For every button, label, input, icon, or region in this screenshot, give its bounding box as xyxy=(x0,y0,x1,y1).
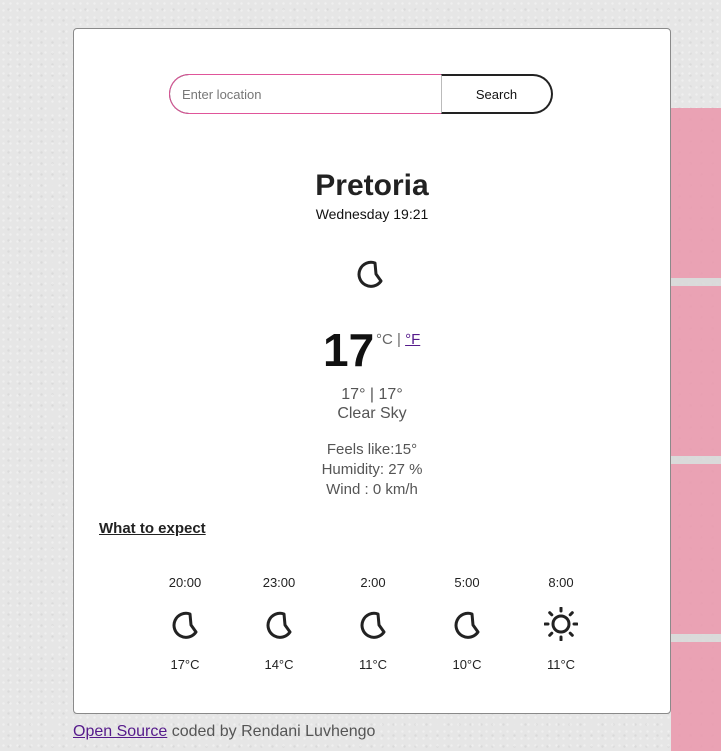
forecast-item: 23:00 14°C xyxy=(241,575,317,672)
wind: Wind : 0 km/h xyxy=(326,481,418,498)
forecast-time: 5:00 xyxy=(454,575,480,590)
forecast-item: 2:00 11°C xyxy=(335,575,411,672)
weather-card: Search Pretoria Wednesday 19:21 17 °C | … xyxy=(73,28,671,714)
forecast-heading: What to expect xyxy=(99,520,206,537)
sun-icon xyxy=(544,607,578,641)
open-source-link[interactable]: Open Source xyxy=(73,723,167,740)
moon-crescent-icon xyxy=(360,611,386,639)
current-datetime: Wednesday 19:21 xyxy=(315,206,429,222)
search-form: Search xyxy=(169,74,553,114)
background-decoration xyxy=(671,108,721,751)
forecast-list: 20:00 17°C 23:00 14°C 2:00 11°C 5:00 10°… xyxy=(147,575,617,685)
forecast-time: 20:00 xyxy=(168,575,202,590)
forecast-item: 5:00 10°C xyxy=(429,575,505,672)
moon-crescent-icon xyxy=(454,611,480,639)
unit-separator: | xyxy=(392,331,406,348)
city-name: Pretoria xyxy=(315,169,429,202)
humidity: Humidity: 27 % xyxy=(321,461,423,478)
forecast-time: 2:00 xyxy=(360,575,386,590)
weather-details: Feels like:15° Humidity: 27 % Wind : 0 k… xyxy=(74,440,670,500)
footer: Open Source coded by Rendani Luvhengo xyxy=(73,723,375,741)
footer-credit: coded by Rendani Luvhengo xyxy=(167,723,376,740)
forecast-temp: 11°C xyxy=(358,657,388,672)
forecast-temp: 10°C xyxy=(452,657,482,672)
feels-like: Feels like:15° xyxy=(326,441,418,458)
forecast-item: 8:00 11°C xyxy=(523,575,599,672)
unit-switcher: °C | °F xyxy=(376,331,420,348)
location-input[interactable] xyxy=(169,74,443,114)
temperature-value: 17 xyxy=(323,324,375,376)
moon-crescent-icon xyxy=(172,611,198,639)
fahrenheit-link[interactable]: °F xyxy=(405,331,420,348)
min-max-temperature: 17° | 17° xyxy=(341,386,403,403)
forecast-time: 8:00 xyxy=(548,575,574,590)
forecast-temp: 11°C xyxy=(546,657,576,672)
moon-crescent-icon xyxy=(357,260,383,288)
weather-description: Clear Sky xyxy=(337,405,407,422)
forecast-temp: 14°C xyxy=(264,657,294,672)
moon-crescent-icon xyxy=(266,611,292,639)
forecast-temp: 17°C xyxy=(170,657,200,672)
celsius-unit: °C xyxy=(376,331,393,348)
forecast-item: 20:00 17°C xyxy=(147,575,223,672)
search-button[interactable]: Search xyxy=(441,74,553,114)
forecast-time: 23:00 xyxy=(262,575,296,590)
